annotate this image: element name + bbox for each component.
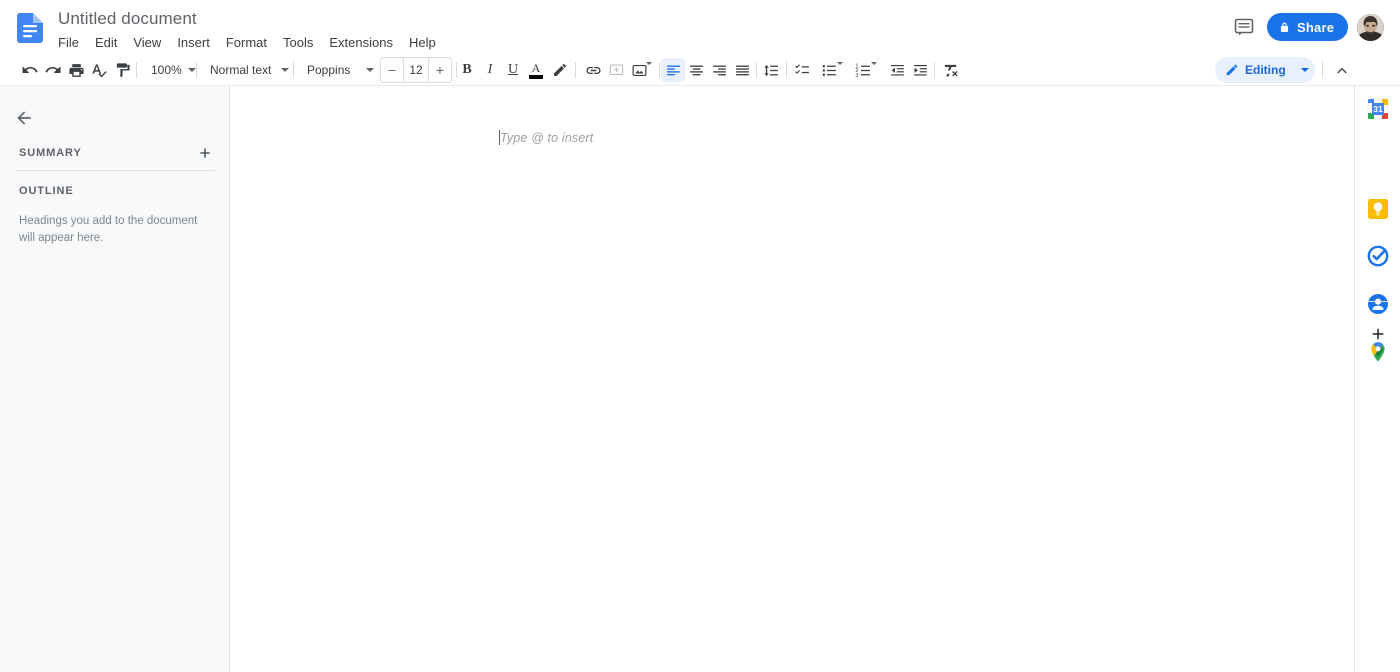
bulleted-list-caret-icon[interactable] bbox=[837, 62, 843, 83]
decrease-indent-icon[interactable] bbox=[885, 58, 909, 82]
outline-sidebar: SUMMARY OUTLINE Headings you add to the … bbox=[0, 86, 230, 672]
menu-item-file[interactable]: File bbox=[58, 33, 87, 52]
add-comment-icon bbox=[604, 58, 628, 82]
checklist-icon[interactable] bbox=[790, 58, 814, 82]
chevron-down-icon bbox=[360, 68, 374, 72]
text-color-button[interactable]: A bbox=[524, 58, 548, 82]
svg-text:3: 3 bbox=[855, 72, 858, 78]
arrow-left-icon[interactable] bbox=[12, 106, 36, 130]
font-size-input[interactable]: 12 bbox=[403, 58, 429, 82]
undo-icon[interactable] bbox=[18, 58, 42, 82]
document-body[interactable]: Type @ to insert bbox=[499, 130, 593, 145]
share-button-label: Share bbox=[1297, 19, 1335, 35]
align-left-icon[interactable] bbox=[661, 58, 685, 82]
highlight-pen-icon[interactable] bbox=[548, 58, 572, 82]
spellcheck-icon[interactable] bbox=[87, 58, 111, 82]
text-color-swatch bbox=[529, 74, 543, 79]
paragraph-style-dropdown[interactable]: Normal text bbox=[203, 57, 293, 83]
clear-formatting-icon[interactable] bbox=[938, 58, 962, 82]
paint-format-icon[interactable] bbox=[110, 58, 134, 82]
insert-link-icon[interactable] bbox=[581, 58, 605, 82]
menu-item-format[interactable]: Format bbox=[218, 33, 275, 52]
font-family-value: Poppins bbox=[307, 63, 351, 77]
formatting-toolbar: 100% Normal text Poppins − 12 + B I U A bbox=[0, 53, 1400, 86]
bold-button[interactable]: B bbox=[455, 58, 479, 82]
summary-title: SUMMARY bbox=[19, 147, 82, 159]
text-color-letter: A bbox=[531, 60, 541, 75]
google-keep-icon[interactable] bbox=[1366, 197, 1390, 221]
redo-icon[interactable] bbox=[41, 58, 65, 82]
google-calendar-icon[interactable]: 31 bbox=[1366, 97, 1390, 121]
google-contacts-icon[interactable] bbox=[1366, 292, 1390, 316]
zoom-dropdown[interactable]: 100% bbox=[144, 57, 200, 83]
align-justify-icon[interactable] bbox=[730, 58, 754, 82]
underline-button[interactable]: U bbox=[501, 58, 525, 82]
share-button[interactable]: Share bbox=[1267, 13, 1349, 41]
font-size-decrease-button[interactable]: − bbox=[381, 58, 403, 82]
numbered-list-caret-icon[interactable] bbox=[871, 62, 877, 83]
bold-label: B bbox=[462, 62, 472, 77]
chevron-down-icon bbox=[182, 68, 196, 72]
svg-text:31: 31 bbox=[1373, 104, 1383, 114]
summary-section-header: SUMMARY bbox=[19, 143, 215, 163]
line-spacing-icon[interactable] bbox=[759, 58, 783, 82]
docs-file-icon[interactable] bbox=[17, 13, 43, 43]
menu-item-view[interactable]: View bbox=[125, 33, 169, 52]
comment-history-icon[interactable] bbox=[1232, 15, 1256, 39]
menu-item-insert[interactable]: Insert bbox=[169, 33, 218, 52]
underline-label: U bbox=[507, 62, 519, 77]
print-icon[interactable] bbox=[64, 58, 88, 82]
pencil-icon bbox=[1225, 63, 1239, 77]
align-right-icon[interactable] bbox=[707, 58, 731, 82]
side-panel: 31 bbox=[1354, 86, 1400, 672]
outline-empty-message: Headings you add to the document will ap… bbox=[19, 215, 198, 244]
app-header: Untitled document File Edit View Insert … bbox=[0, 0, 1400, 53]
menu-item-help[interactable]: Help bbox=[401, 33, 444, 52]
avatar[interactable] bbox=[1357, 14, 1384, 41]
zoom-value: 100% bbox=[151, 63, 182, 77]
editing-mode-chip[interactable]: Editing bbox=[1215, 57, 1315, 83]
document-title[interactable]: Untitled document bbox=[58, 9, 197, 29]
document-placeholder-text: Type @ to insert bbox=[500, 130, 594, 145]
font-family-dropdown[interactable]: Poppins bbox=[300, 57, 378, 83]
outline-title: OUTLINE bbox=[19, 185, 74, 197]
paragraph-style-value: Normal text bbox=[210, 63, 272, 77]
menu-item-extensions[interactable]: Extensions bbox=[321, 33, 401, 52]
plus-icon[interactable] bbox=[195, 143, 215, 163]
font-size-increase-button[interactable]: + bbox=[429, 58, 451, 82]
chevron-down-icon bbox=[275, 68, 289, 72]
italic-button[interactable]: I bbox=[478, 58, 502, 82]
insert-image-caret-icon[interactable] bbox=[646, 62, 652, 83]
lock-icon bbox=[1278, 21, 1291, 34]
editing-mode-label: Editing bbox=[1245, 63, 1286, 77]
menu-item-tools[interactable]: Tools bbox=[275, 33, 321, 52]
menu-item-edit[interactable]: Edit bbox=[87, 33, 125, 52]
chevron-up-icon[interactable] bbox=[1330, 58, 1354, 82]
italic-label: I bbox=[487, 62, 493, 77]
menu-bar: File Edit View Insert Format Tools Exten… bbox=[58, 33, 444, 52]
increase-indent-icon[interactable] bbox=[908, 58, 932, 82]
chevron-down-icon bbox=[1295, 68, 1309, 72]
google-tasks-icon[interactable] bbox=[1366, 244, 1390, 268]
document-canvas[interactable]: Type @ to insert bbox=[231, 86, 1353, 672]
align-center-icon[interactable] bbox=[684, 58, 708, 82]
plus-icon[interactable] bbox=[1366, 322, 1390, 346]
sidebar-divider bbox=[16, 170, 215, 171]
font-size-stepper[interactable]: − 12 + bbox=[380, 57, 452, 83]
side-panel-divider bbox=[1367, 301, 1389, 302]
